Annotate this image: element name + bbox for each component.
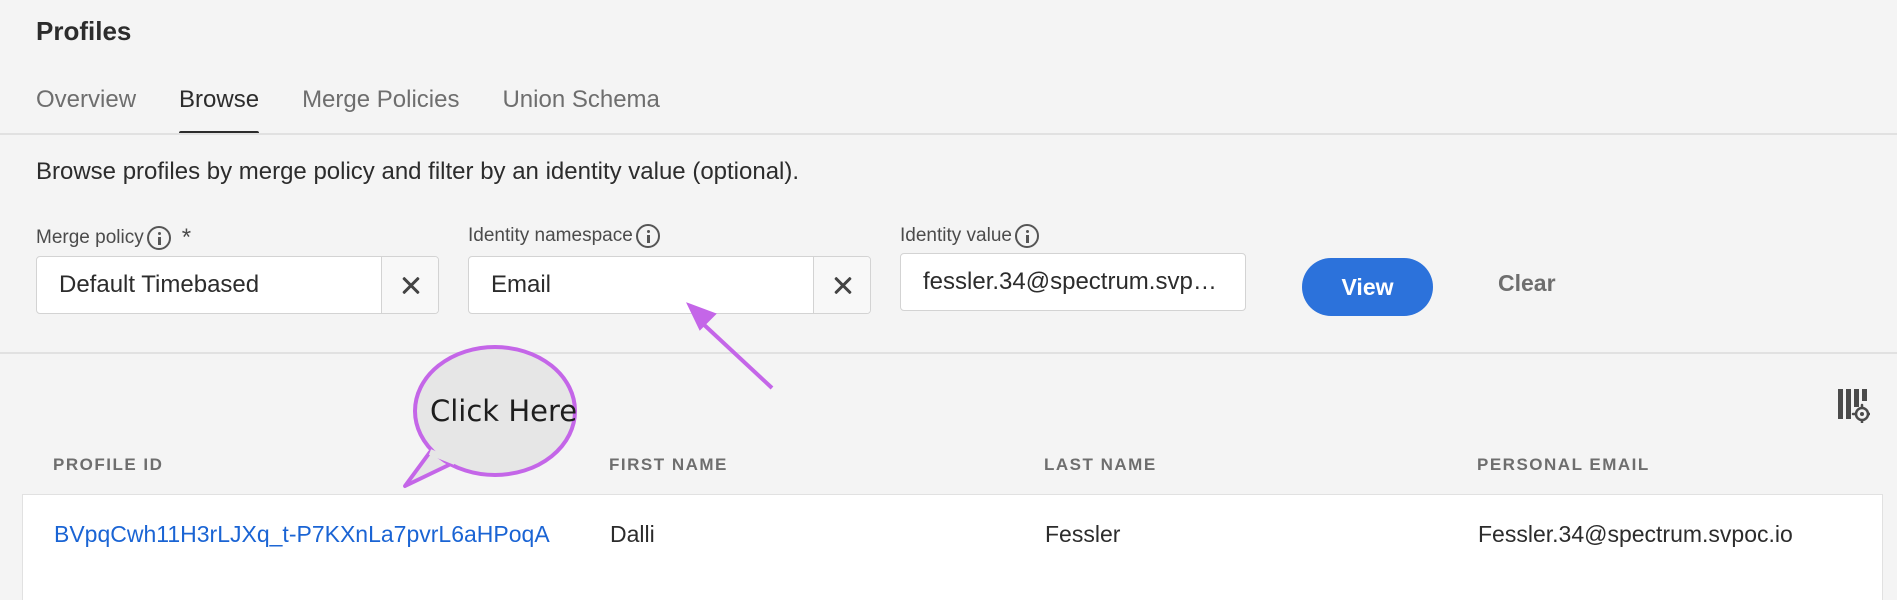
column-header-first-name[interactable]: FIRST NAME [609,455,728,475]
info-icon[interactable] [146,226,171,250]
required-marker: * [181,224,192,251]
column-header-profile-id[interactable]: PROFILE ID [53,455,163,475]
last-name-cell: Fessler [1045,521,1121,547]
merge-policy-label: Merge policy * [36,224,191,252]
profile-id-link[interactable]: BVpqCwh11H3rLJXq_t-P7KXnLa7pvrL6aHPoqA [54,521,550,548]
clear-button[interactable]: Clear [1498,270,1556,297]
page: Profiles Overview Browse Merge Policies … [0,0,1897,600]
identity-value-label-text: Identity value [900,225,1012,246]
table-row[interactable]: BVpqCwh11H3rLJXq_t-P7KXnLa7pvrL6aHPoqA D… [22,494,1883,570]
identity-namespace-clear-button[interactable] [813,257,870,313]
tab-union-schema[interactable]: Union Schema [502,86,659,135]
identity-namespace-combobox[interactable]: Email [468,256,871,314]
page-title: Profiles [36,16,132,46]
identity-value-label: Identity value [900,224,1039,248]
column-header-last-name[interactable]: LAST NAME [1044,455,1157,475]
personal-email-cell: Fessler.34@spectrum.svpoc.io [1478,521,1793,547]
section-divider [0,352,1897,354]
merge-policy-value[interactable]: Default Timebased [37,257,381,313]
arrow [686,302,774,390]
tab-bar: Overview Browse Merge Policies Union Sch… [36,86,703,135]
merge-policy-combobox[interactable]: Default Timebased [36,256,439,314]
merge-policy-label-text: Merge policy [36,227,144,248]
info-icon[interactable] [635,224,660,248]
merge-policy-clear-button[interactable] [381,257,438,313]
tab-overview[interactable]: Overview [36,86,136,135]
identity-namespace-label-text: Identity namespace [468,225,633,246]
column-header-personal-email[interactable]: PERSONAL EMAIL [1477,455,1650,475]
browse-description: Browse profiles by merge policy and filt… [36,158,800,185]
identity-namespace-label: Identity namespace [468,224,660,248]
first-name-cell: Dalli [610,521,655,547]
info-icon[interactable] [1014,224,1039,248]
column-settings-icon[interactable] [1838,387,1870,423]
callout-text: Click Here [430,394,578,428]
identity-namespace-value[interactable]: Email [469,257,813,313]
tab-merge-policies[interactable]: Merge Policies [302,86,459,135]
tab-browse[interactable]: Browse [179,86,260,135]
identity-value-input[interactable]: fessler.34@spectrum.svpoc.io [900,253,1246,311]
table-row-partial [22,569,1883,600]
view-button[interactable]: View [1302,258,1433,316]
tabs-divider [0,133,1897,135]
